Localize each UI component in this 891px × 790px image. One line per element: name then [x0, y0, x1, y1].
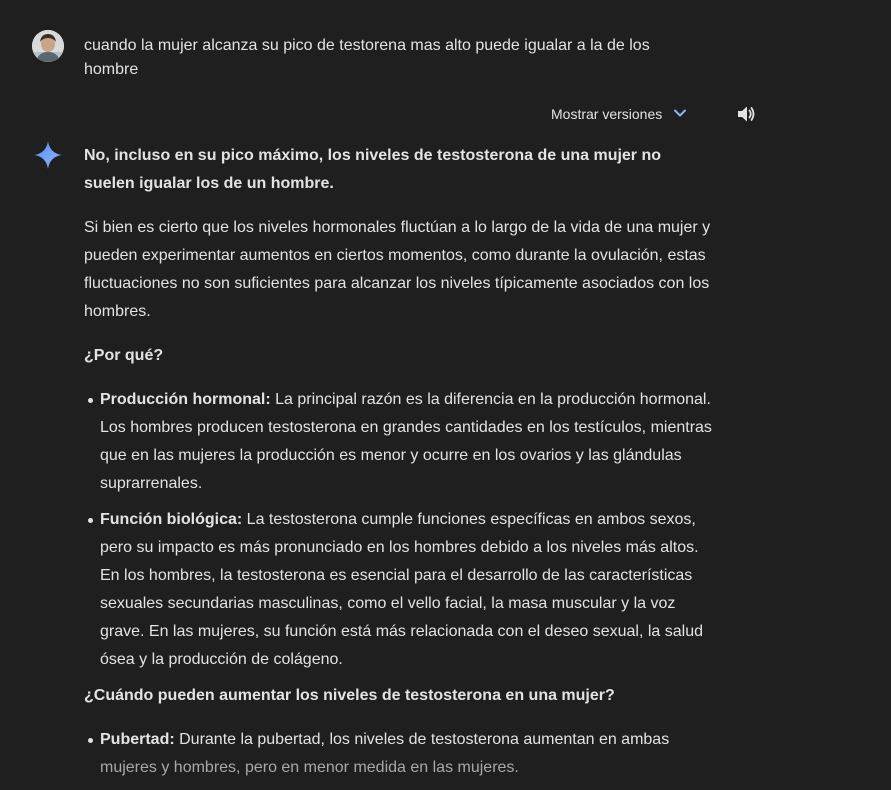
- list-item: Pubertad: Durante la pubertad, los nivel…: [88, 726, 714, 782]
- show-versions-label: Mostrar versiones: [551, 106, 663, 122]
- list-item: Función biológica: La testosterona cumpl…: [88, 506, 714, 674]
- list-item: Producción hormonal: La principal razón …: [88, 386, 714, 498]
- user-prompt-text: cuando la mujer alcanza su pico de testo…: [84, 37, 650, 78]
- list-item-term: Producción hormonal:: [100, 391, 271, 408]
- response-body: No, incluso en su pico máximo, los nivel…: [84, 142, 714, 790]
- speaker-icon[interactable]: [735, 103, 757, 125]
- response-toolbar: Mostrar versiones: [551, 100, 688, 128]
- user-avatar[interactable]: [32, 30, 64, 62]
- list-item-term: Función biológica:: [100, 511, 243, 528]
- response-intro: Si bien es cierto que los niveles hormon…: [84, 219, 711, 320]
- when-list: Pubertad: Durante la pubertad, los nivel…: [84, 726, 714, 782]
- chevron-down-icon: [672, 105, 688, 124]
- list-item-text: Durante la pubertad, los niveles de test…: [174, 731, 670, 748]
- why-list: Producción hormonal: La principal razón …: [84, 386, 714, 674]
- response-lead: No, incluso en su pico máximo, los nivel…: [84, 147, 662, 192]
- when-heading: ¿Cuándo pueden aumentar los niveles de t…: [84, 687, 615, 704]
- list-item-term: Pubertad:: [100, 731, 175, 748]
- gemini-spark-icon: [32, 139, 64, 171]
- list-item-text-faded: mujeres y hombres, pero en menor medida …: [100, 759, 519, 776]
- show-versions-button[interactable]: Mostrar versiones: [551, 105, 688, 124]
- list-item-text: La testosterona cumple funciones específ…: [100, 511, 704, 668]
- why-heading: ¿Por qué?: [84, 347, 164, 364]
- user-avatar-icon: [32, 30, 64, 62]
